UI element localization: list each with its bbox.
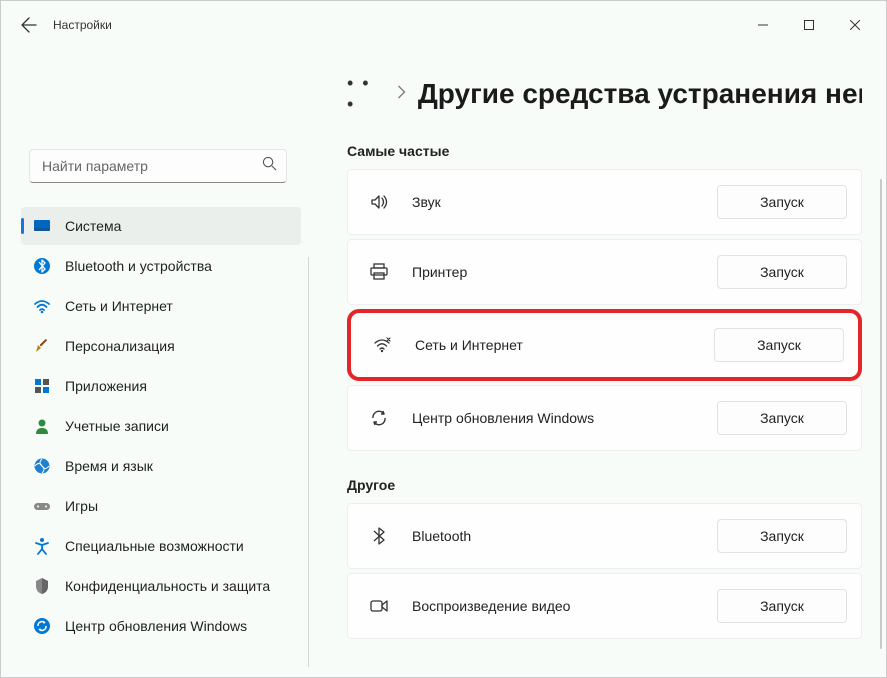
accounts-icon [33,417,51,435]
troubleshooter-internet[interactable]: Сеть и Интернет Запуск [347,309,862,381]
update-icon [33,617,51,635]
system-icon [33,217,51,235]
sidebar-item-update[interactable]: Центр обновления Windows [21,607,301,645]
launch-button-internet[interactable]: Запуск [714,328,844,362]
sidebar-item-gaming[interactable]: Игры [21,487,301,525]
launch-button-video[interactable]: Запуск [717,589,847,623]
back-arrow-icon [21,17,37,33]
launch-button-winupdate[interactable]: Запуск [717,401,847,435]
sidebar-divider [308,257,309,667]
sidebar-item-accessibility[interactable]: Специальные возможности [21,527,301,565]
sidebar-item-privacy[interactable]: Конфиденциальность и защита [21,567,301,605]
card-label: Звук [412,194,717,210]
nav-label: Центр обновления Windows [65,618,247,634]
nav-label: Система [65,218,121,234]
card-label: Центр обновления Windows [412,410,717,426]
nav-label: Сеть и Интернет [65,298,173,314]
gaming-icon [33,497,51,515]
content-scrollbar[interactable] [880,179,882,649]
other-list: Bluetooth Запуск Воспроизведение видео З… [347,503,862,639]
window-controls [740,9,878,41]
sidebar-item-system[interactable]: Система [21,207,301,245]
card-label: Bluetooth [412,528,717,544]
accessibility-icon [33,537,51,555]
card-label: Сеть и Интернет [415,337,714,353]
troubleshooter-printer[interactable]: Принтер Запуск [347,239,862,305]
search-input[interactable] [29,149,287,183]
time-icon [33,457,51,475]
troubleshooter-sound[interactable]: Звук Запуск [347,169,862,235]
troubleshooter-winupdate[interactable]: Центр обновления Windows Запуск [347,385,862,451]
maximize-button[interactable] [786,9,832,41]
section-frequent-title: Самые частые [347,143,862,159]
titlebar: Настройки [1,1,886,49]
video-icon [368,595,390,617]
launch-button-sound[interactable]: Запуск [717,185,847,219]
breadcrumb-more[interactable]: • • • [347,73,385,115]
apps-icon [33,377,51,395]
nav-label: Учетные записи [65,418,169,434]
nav-label: Приложения [65,378,147,394]
wifi-icon [33,297,51,315]
chevron-right-icon [397,85,406,104]
frequent-list: Звук Запуск Принтер Запуск Сеть и Интерн… [347,169,862,451]
card-label: Воспроизведение видео [412,598,717,614]
troubleshooter-bluetooth[interactable]: Bluetooth Запуск [347,503,862,569]
sync-icon [368,407,390,429]
network-icon [371,334,393,356]
nav-label: Bluetooth и устройства [65,258,212,274]
personalization-icon [33,337,51,355]
back-button[interactable] [9,5,49,45]
breadcrumb: • • • Другие средства устранения неп [347,73,862,115]
launch-button-printer[interactable]: Запуск [717,255,847,289]
bluetooth-outline-icon [368,525,390,547]
section-other-title: Другое [347,477,862,493]
sound-icon [368,191,390,213]
nav-label: Специальные возможности [65,538,244,554]
printer-icon [368,261,390,283]
launch-button-bluetooth[interactable]: Запуск [717,519,847,553]
sidebar-item-apps[interactable]: Приложения [21,367,301,405]
content-area: • • • Другие средства устранения неп Сам… [311,49,886,677]
close-button[interactable] [832,9,878,41]
sidebar-item-accounts[interactable]: Учетные записи [21,407,301,445]
page-title: Другие средства устранения неп [418,78,862,110]
sidebar: Система Bluetooth и устройства Сеть и Ин… [1,49,311,677]
nav-label: Время и язык [65,458,153,474]
sidebar-item-bluetooth[interactable]: Bluetooth и устройства [21,247,301,285]
privacy-icon [33,577,51,595]
close-icon [850,20,860,30]
sidebar-item-network[interactable]: Сеть и Интернет [21,287,301,325]
nav-label: Персонализация [65,338,175,354]
minimize-icon [758,20,768,30]
sidebar-item-time[interactable]: Время и язык [21,447,301,485]
nav-list: Система Bluetooth и устройства Сеть и Ин… [21,207,303,645]
bluetooth-icon [33,257,51,275]
troubleshooter-video[interactable]: Воспроизведение видео Запуск [347,573,862,639]
minimize-button[interactable] [740,9,786,41]
app-title: Настройки [53,18,112,32]
nav-label: Игры [65,498,98,514]
nav-label: Конфиденциальность и защита [65,578,270,594]
sidebar-item-personalization[interactable]: Персонализация [21,327,301,365]
maximize-icon [804,20,814,30]
card-label: Принтер [412,264,717,280]
